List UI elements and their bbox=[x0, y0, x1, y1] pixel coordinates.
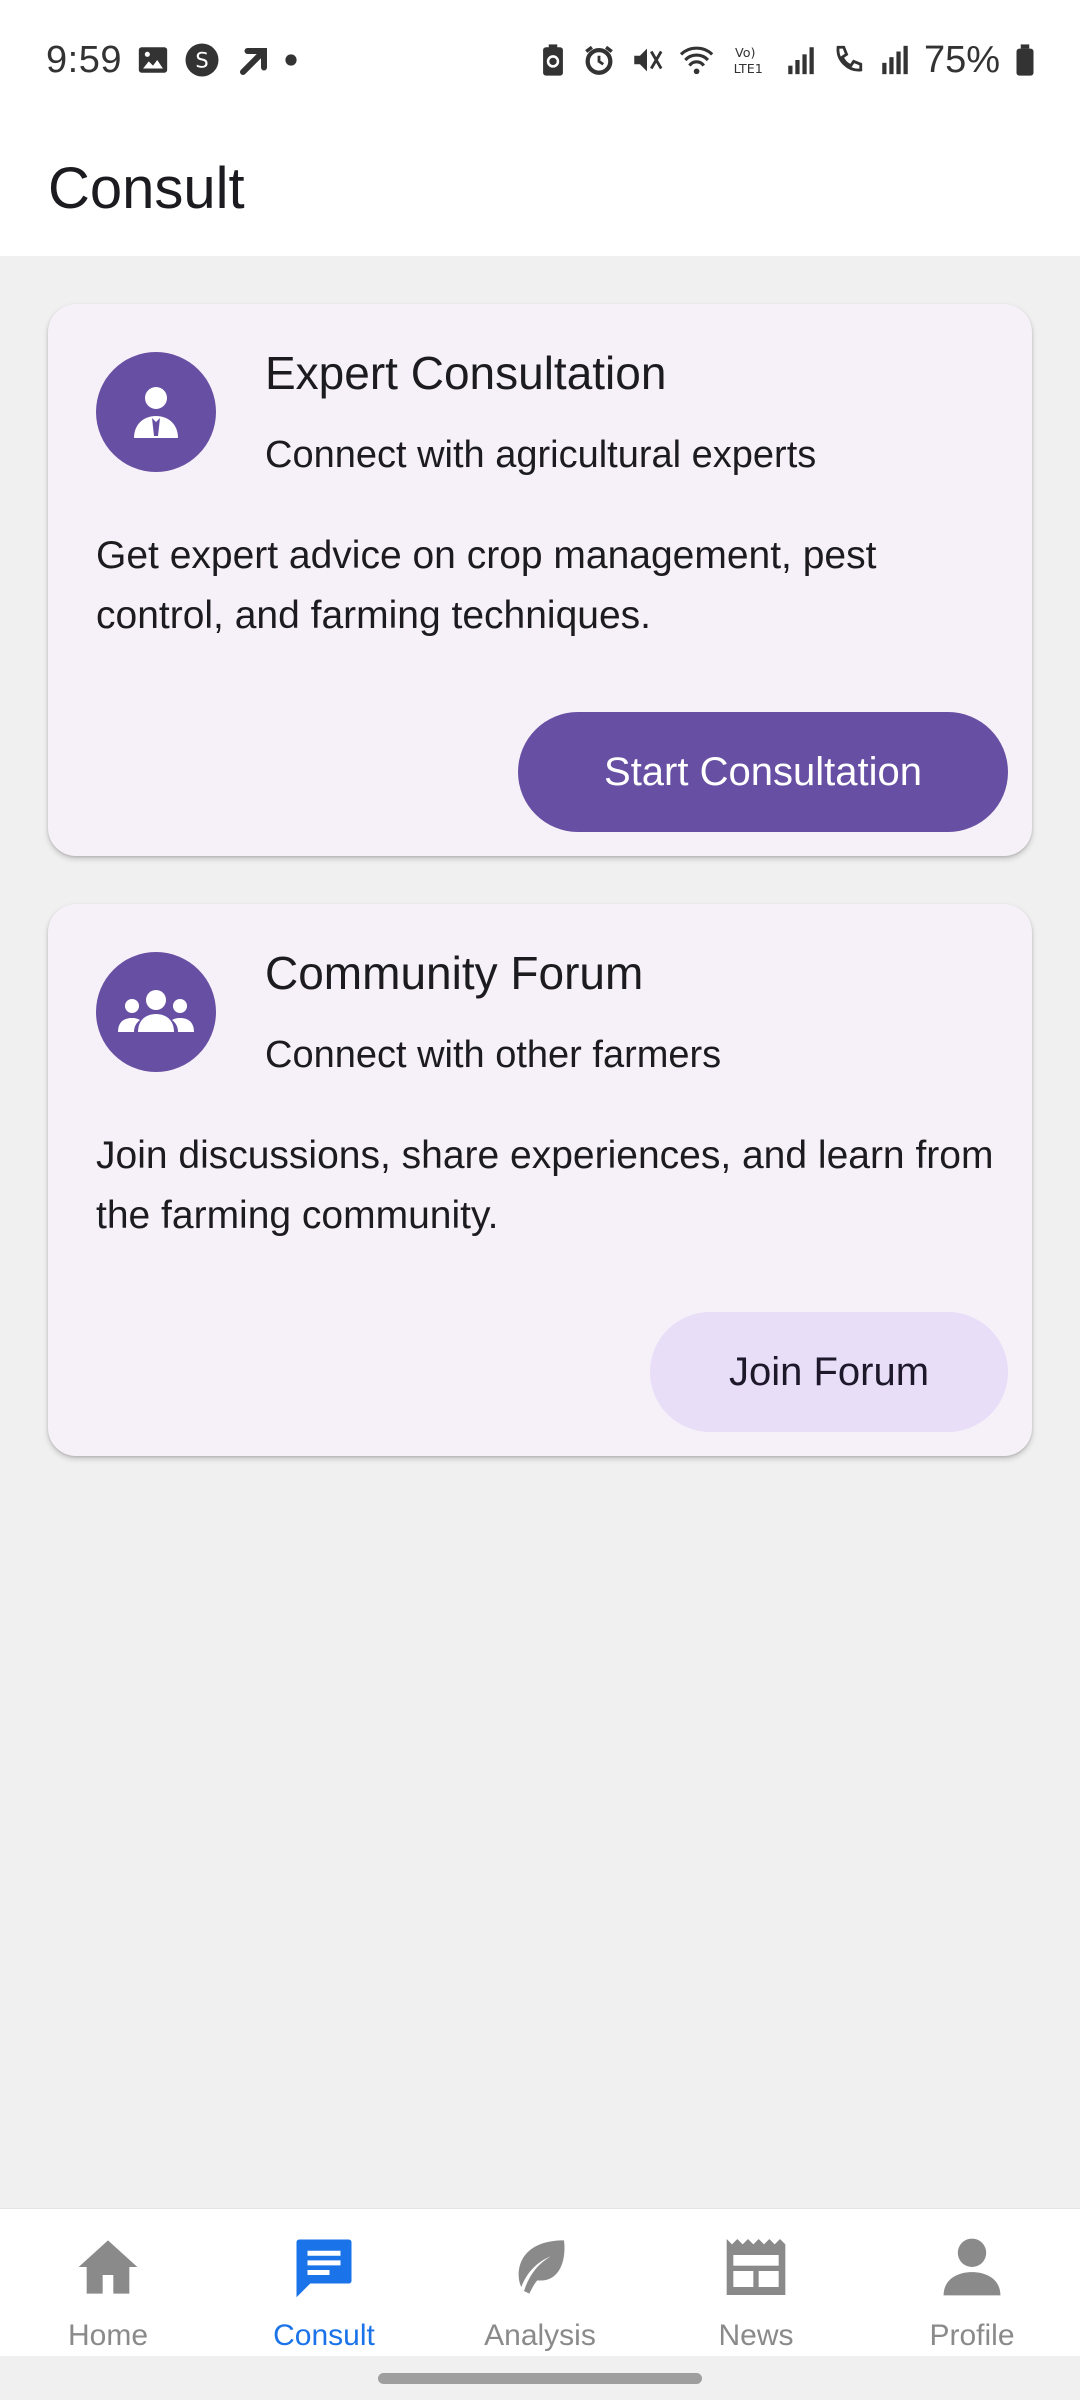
join-forum-button[interactable]: Join Forum bbox=[650, 1312, 1008, 1432]
nav-item-consult[interactable]: Consult bbox=[216, 2209, 432, 2356]
nav-label: Home bbox=[67, 2319, 149, 2352]
status-time: 9:59 bbox=[46, 38, 122, 81]
chat-icon bbox=[288, 2231, 360, 2303]
signal2-icon bbox=[880, 43, 910, 77]
gesture-handle[interactable] bbox=[378, 2373, 702, 2384]
card-description: Get expert advice on crop management, pe… bbox=[96, 534, 877, 637]
nav-item-news[interactable]: News bbox=[648, 2209, 864, 2356]
battery-icon bbox=[1014, 43, 1036, 77]
nav-item-analysis[interactable]: Analysis bbox=[432, 2209, 648, 2356]
battery-percent: 75% bbox=[923, 38, 1000, 81]
card-title: Expert Consultation bbox=[265, 347, 667, 399]
page-title: Consult bbox=[48, 155, 245, 221]
community-forum-card: Community Forum Connect with other farme… bbox=[48, 904, 1032, 1456]
home-icon bbox=[72, 2231, 144, 2303]
leaf-icon bbox=[504, 2231, 576, 2303]
card-subtitle: Connect with other farmers bbox=[265, 1034, 722, 1076]
svg-text:S: S bbox=[195, 49, 208, 73]
nav-label: Consult bbox=[273, 2319, 375, 2352]
dot-icon bbox=[284, 53, 298, 67]
wifi-icon bbox=[678, 43, 718, 77]
signal-icon bbox=[786, 43, 816, 77]
person-icon bbox=[936, 2231, 1008, 2303]
nav-item-profile[interactable]: Profile bbox=[864, 2209, 1080, 2356]
alarm-icon bbox=[582, 43, 616, 77]
app-bar: Consult bbox=[0, 120, 1080, 256]
expert-person-icon bbox=[96, 352, 216, 472]
nav-label: News bbox=[718, 2319, 794, 2352]
expert-consultation-card: Expert Consultation Connect with agricul… bbox=[48, 304, 1032, 856]
card-title: Community Forum bbox=[265, 947, 644, 999]
status-bar: 9:59 S Vo) LTE1 75% bbox=[0, 0, 1080, 120]
group-icon bbox=[96, 952, 216, 1072]
status-left: 9:59 S bbox=[46, 39, 298, 82]
nav-label: Analysis bbox=[484, 2319, 596, 2352]
nav-item-home[interactable]: Home bbox=[0, 2209, 216, 2356]
card-description: Join discussions, share experiences, and… bbox=[96, 1134, 994, 1237]
gallery-icon bbox=[136, 43, 170, 77]
battery-saver-icon bbox=[538, 43, 568, 77]
arrow-up-right-icon bbox=[234, 42, 270, 78]
card-subtitle: Connect with agricultural experts bbox=[265, 434, 817, 476]
start-consultation-button[interactable]: Start Consultation bbox=[518, 712, 1008, 832]
svg-text:Vo): Vo) bbox=[735, 46, 756, 61]
svg-text:LTE1: LTE1 bbox=[734, 62, 763, 77]
bottom-navigation: Home Consult Analysis News Profile bbox=[0, 2208, 1080, 2356]
status-right: Vo) LTE1 75% bbox=[538, 39, 1036, 82]
newspaper-icon bbox=[720, 2231, 792, 2303]
mute-icon bbox=[630, 43, 664, 77]
volte-icon: Vo) LTE1 bbox=[732, 43, 772, 77]
wifi-call-icon bbox=[830, 43, 866, 77]
s-icon: S bbox=[184, 42, 220, 78]
nav-label: Profile bbox=[929, 2319, 1015, 2352]
